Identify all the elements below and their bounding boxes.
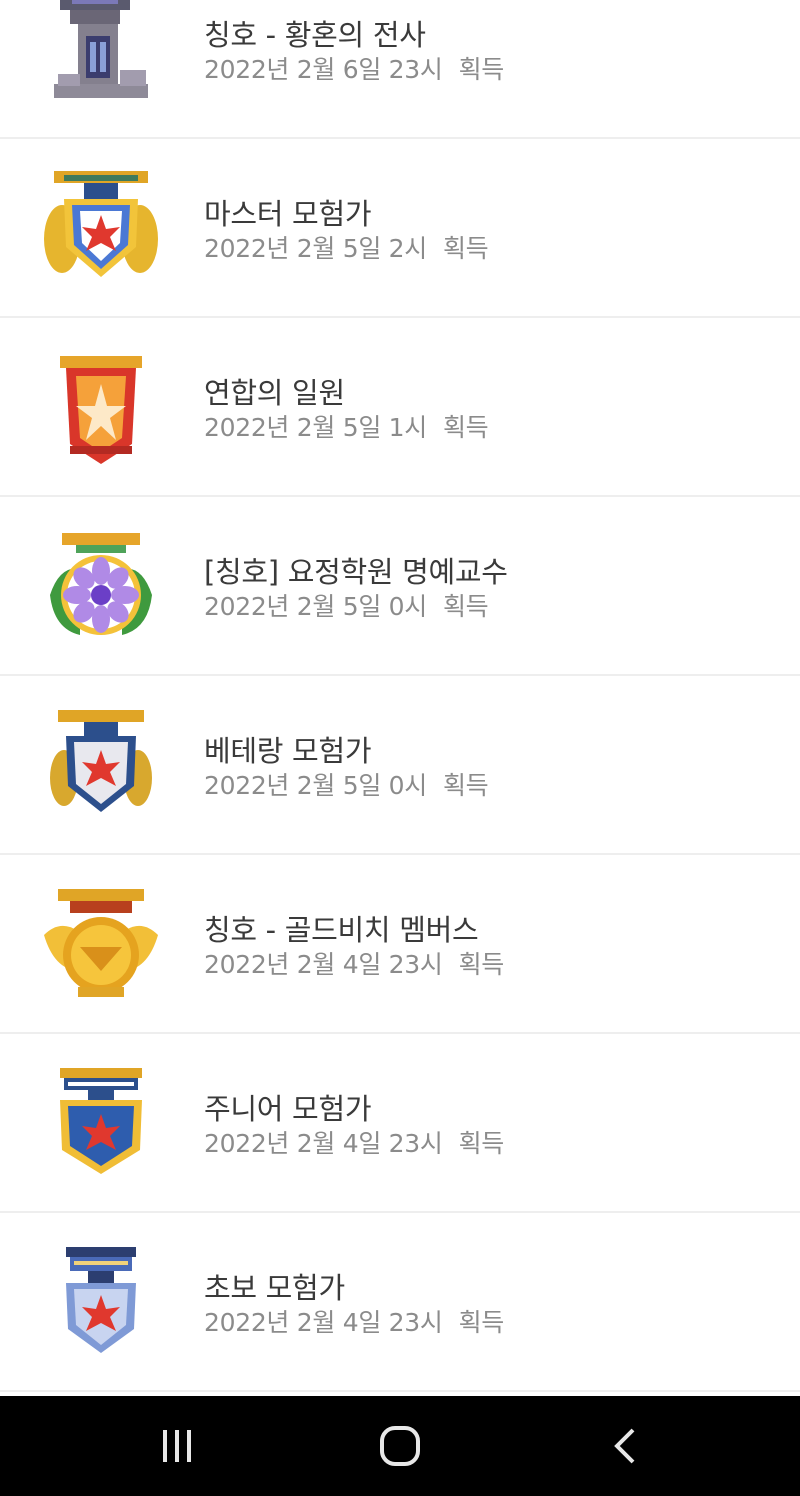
- acquired-date: 2022년 2월 5일 1시: [204, 413, 427, 442]
- medal-title: 연합의 일원: [204, 376, 345, 410]
- medal-meta: 2022년 2월 4일 23시 획득: [204, 945, 504, 981]
- medal-list: 칭호 - 황혼의 전사 2022년 2월 6일 23시 획득 마스터 모험가 20…: [0, 0, 800, 1396]
- acquired-status: 획득: [458, 1129, 505, 1158]
- acquired-date: 2022년 2월 5일 0시: [204, 771, 427, 800]
- beginner-adventurer-medal-icon: [40, 1241, 162, 1363]
- acquired-status: 획득: [442, 771, 489, 800]
- list-item[interactable]: 연합의 일원 2022년 2월 5일 1시 획득: [0, 318, 800, 497]
- medal-title: [칭호] 요정학원 명예교수: [204, 555, 508, 589]
- medal-meta: 2022년 2월 5일 1시 획득: [204, 408, 489, 444]
- flower-medal-icon: [40, 525, 162, 647]
- medal-meta: 2022년 2월 4일 23시 획득: [204, 1303, 504, 1339]
- medal-title: 칭호 - 황혼의 전사: [204, 18, 426, 52]
- medal-title: 초보 모험가: [204, 1271, 345, 1305]
- list-item[interactable]: 초보 모험가 2022년 2월 4일 23시 획득: [0, 1213, 800, 1392]
- medal-meta: 2022년 2월 5일 0시 획득: [204, 587, 489, 623]
- acquired-status: 획득: [442, 413, 489, 442]
- acquired-status: 획득: [442, 234, 489, 263]
- medal-title: 주니어 모험가: [204, 1092, 372, 1126]
- union-member-medal-icon: [40, 346, 162, 468]
- veteran-adventurer-medal-icon: [40, 704, 162, 826]
- list-item[interactable]: 마스터 모험가 2022년 2월 5일 2시 획득: [0, 139, 800, 318]
- list-item[interactable]: 주니어 모험가 2022년 2월 4일 23시 획득: [0, 1034, 800, 1213]
- list-item[interactable]: [칭호] 요정학원 명예교수 2022년 2월 5일 0시 획득: [0, 497, 800, 676]
- medal-meta: 2022년 2월 4일 23시 획득: [204, 1124, 504, 1160]
- gold-beach-medal-icon: [40, 883, 162, 1005]
- recent-apps-icon: [163, 1430, 191, 1462]
- acquired-status: 획득: [458, 950, 505, 979]
- back-button[interactable]: [585, 1422, 665, 1470]
- medal-title: 칭호 - 골드비치 멤버스: [204, 913, 479, 947]
- back-icon: [614, 1428, 635, 1464]
- acquired-date: 2022년 2월 5일 2시: [204, 234, 427, 263]
- home-button[interactable]: [360, 1422, 440, 1470]
- medal-title: 베테랑 모험가: [204, 734, 372, 768]
- recent-apps-button[interactable]: [137, 1422, 217, 1470]
- acquired-status: 획득: [442, 592, 489, 621]
- medal-meta: 2022년 2월 6일 23시 획득: [204, 50, 504, 86]
- list-item[interactable]: 베테랑 모험가 2022년 2월 5일 0시 획득: [0, 676, 800, 855]
- acquired-date: 2022년 2월 5일 0시: [204, 592, 427, 621]
- acquired-status: 획득: [458, 1308, 505, 1337]
- acquired-status: 획득: [458, 55, 505, 84]
- acquired-date: 2022년 2월 4일 23시: [204, 1308, 443, 1337]
- acquired-date: 2022년 2월 4일 23시: [204, 1129, 443, 1158]
- acquired-date: 2022년 2월 4일 23시: [204, 950, 443, 979]
- tower-title-icon: [40, 0, 162, 110]
- list-item[interactable]: 칭호 - 황혼의 전사 2022년 2월 6일 23시 획득: [0, 0, 800, 139]
- acquired-date: 2022년 2월 6일 23시: [204, 55, 443, 84]
- medal-title: 마스터 모험가: [204, 197, 372, 231]
- home-icon: [380, 1426, 420, 1466]
- medal-meta: 2022년 2월 5일 0시 획득: [204, 766, 489, 802]
- medal-meta: 2022년 2월 5일 2시 획득: [204, 229, 489, 265]
- list-item[interactable]: 칭호 - 골드비치 멤버스 2022년 2월 4일 23시 획득: [0, 855, 800, 1034]
- navigation-bar: [0, 1396, 800, 1496]
- junior-adventurer-medal-icon: [40, 1062, 162, 1184]
- master-adventurer-medal-icon: [40, 167, 162, 289]
